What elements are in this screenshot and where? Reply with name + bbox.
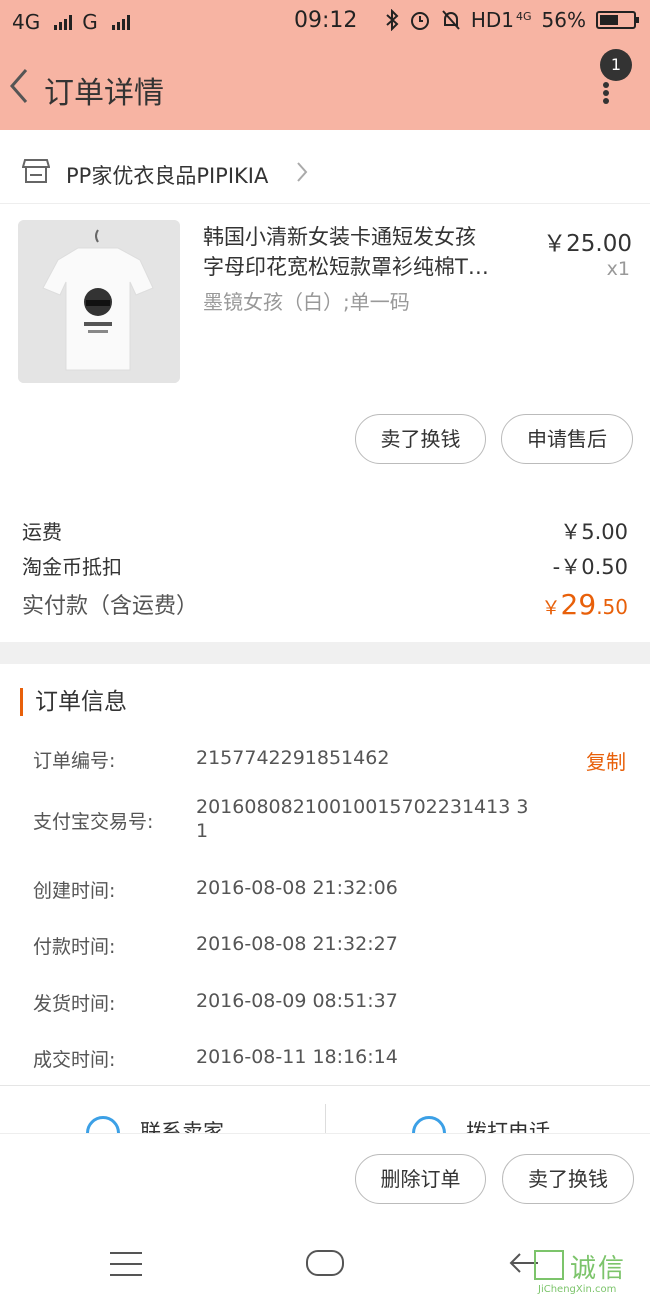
shipping-value: ￥5.00 (560, 520, 628, 544)
more-menu-icon[interactable] (603, 82, 611, 104)
network-4g-label: 4G (12, 10, 41, 34)
paid-amount: ￥29.50 (542, 588, 628, 621)
product-quantity: x1 (606, 258, 630, 280)
created-time-value: 2016-08-08 21:32:06 (196, 877, 398, 899)
status-bar: 4G G 09:12 HD1 4G 56% (0, 0, 650, 44)
signal-icon (54, 14, 73, 30)
bluetooth-icon (386, 9, 399, 31)
shipping-label: 运费 (22, 520, 62, 544)
paid-time-value: 2016-08-08 21:32:27 (196, 933, 398, 955)
paid-label: 实付款（含运费） (22, 594, 199, 619)
paid-currency: ￥ (541, 597, 561, 619)
created-time-label: 创建时间: (33, 880, 116, 902)
network-indicators: 4G G (12, 10, 130, 34)
sell-button-bottom[interactable]: 卖了换钱 (502, 1154, 634, 1204)
store-icon (22, 159, 50, 183)
order-number-value: 2157742291851462 (196, 747, 390, 769)
product-title[interactable]: 韩国小清新女装卡通短发女孩 字母印花宽松短款罩衫纯棉T… (203, 222, 523, 282)
copy-button[interactable]: 复制 (586, 746, 626, 775)
completed-time-label: 成交时间: (33, 1049, 116, 1071)
paid-time-label: 付款时间: (33, 936, 116, 958)
back-arrow-icon[interactable] (6, 66, 32, 106)
watermark-subtext: JiChengXin.com (538, 1284, 617, 1295)
clock: 09:12 (294, 8, 358, 33)
product-thumbnail[interactable] (18, 220, 180, 383)
product-sku: 墨镜女孩（白）;单一码 (203, 290, 410, 314)
watermark-box-icon (534, 1250, 564, 1280)
coin-value: -￥0.50 (552, 555, 628, 579)
shop-name: PP家优衣良品PIPIKIA (66, 164, 269, 188)
tshirt-image (18, 220, 180, 383)
order-info-title: 订单信息 (20, 688, 127, 716)
contact-seller-button[interactable]: 联系卖家 (0, 1086, 325, 1133)
alipay-trade-value: 20160808210010015702231413 31 (196, 796, 529, 842)
after-sale-button[interactable]: 申请售后 (501, 414, 633, 464)
delete-order-button[interactable]: 删除订单 (355, 1154, 486, 1204)
watermark-text: 诚信 (570, 1254, 627, 1284)
shipped-time-value: 2016-08-09 08:51:37 (196, 990, 398, 1012)
status-icons: HD1 4G 56% (385, 8, 639, 32)
alarm-icon (410, 12, 429, 30)
battery-percent: 56% (541, 8, 586, 32)
network-g-label: G (82, 10, 98, 34)
menu-icon[interactable] (110, 1252, 142, 1276)
product-title-line2: 字母印花宽松短款罩衫纯棉T… (203, 255, 489, 279)
notification-badge: 1 (600, 49, 632, 81)
call-label: 拨打电话 (466, 1120, 550, 1133)
watermark-logo: 诚信 JiChengXin.com (534, 1248, 646, 1298)
section-divider (0, 642, 650, 664)
shipped-time-label: 发货时间: (33, 993, 116, 1015)
page-title: 订单详情 (44, 76, 164, 111)
paid-integer: 29 (560, 588, 597, 621)
home-icon[interactable] (306, 1250, 344, 1276)
contact-bar: 联系卖家 拨打电话 (0, 1085, 650, 1133)
signal-icon-2 (111, 14, 130, 30)
phone-icon (412, 1116, 446, 1133)
contact-seller-label: 联系卖家 (140, 1120, 224, 1133)
net-4g-small: 4G (516, 9, 532, 23)
battery-fill (600, 15, 618, 25)
product-price: ￥25.00 (543, 231, 632, 257)
chat-icon (86, 1116, 120, 1133)
hd-label: HD1 (470, 8, 515, 32)
shop-row[interactable]: PP家优衣良品PIPIKIA (0, 140, 650, 204)
chevron-right-icon (297, 162, 308, 182)
paid-decimal: .50 (596, 595, 628, 619)
mute-bell-icon (442, 10, 460, 30)
coin-label: 淘金币抵扣 (22, 555, 122, 579)
product-title-line1: 韩国小清新女装卡通短发女孩 (203, 225, 476, 249)
battery-icon (596, 11, 639, 29)
sell-button[interactable]: 卖了换钱 (355, 414, 486, 464)
call-button[interactable]: 拨打电话 (326, 1086, 650, 1133)
order-number-label: 订单编号: (33, 750, 116, 772)
completed-time-value: 2016-08-11 18:16:14 (196, 1046, 398, 1068)
alipay-trade-label: 支付宝交易号: (33, 811, 154, 833)
